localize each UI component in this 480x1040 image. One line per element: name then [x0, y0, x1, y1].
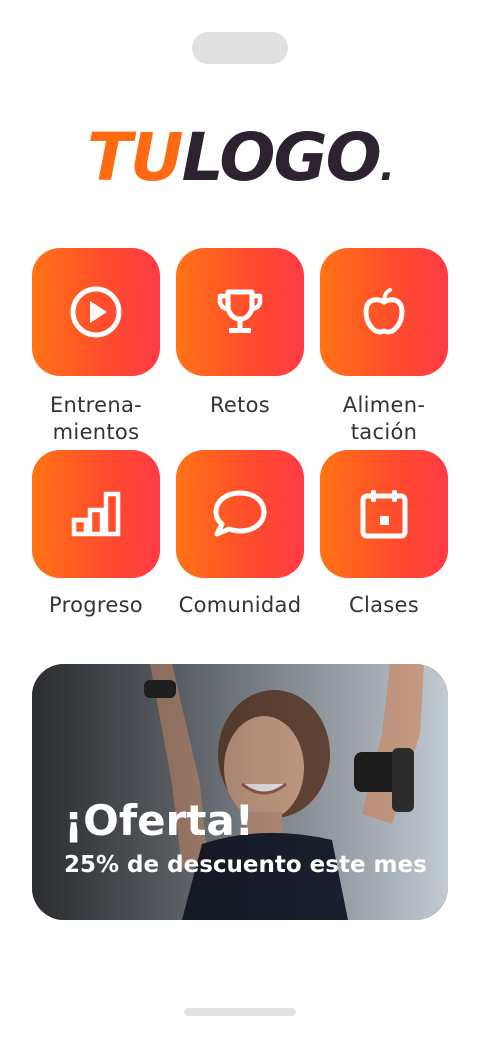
offer-title: ¡Oferta!: [64, 796, 254, 845]
play-circle-icon: [70, 286, 122, 338]
camera-notch: [192, 32, 288, 64]
progreso-button[interactable]: [32, 450, 160, 578]
calendar-icon: [360, 490, 408, 539]
entrenamientos-button[interactable]: [32, 248, 160, 376]
clases-button[interactable]: [320, 450, 448, 578]
menu-tile-entrenamientos[interactable]: Entrena- mientos: [32, 248, 160, 450]
menu-label: Progreso: [49, 593, 143, 617]
app-logo: TULOGO.: [87, 119, 395, 196]
menu-grid: Entrena- mientos Retos Alimen- tación Pr…: [32, 248, 448, 650]
menu-label: Clases: [349, 593, 419, 617]
menu-tile-clases[interactable]: Clases: [320, 450, 448, 650]
apple-icon: [363, 288, 405, 335]
athlete-photo: [32, 664, 448, 920]
menu-label: Retos: [209, 393, 271, 417]
menu-label: Comunidad: [178, 593, 302, 617]
menu-tile-comunidad[interactable]: Comunidad: [176, 450, 304, 650]
alimentacion-button[interactable]: [320, 248, 448, 376]
retos-button[interactable]: [176, 248, 304, 376]
menu-tile-retos[interactable]: Retos: [176, 248, 304, 450]
bar-chart-icon: [71, 491, 121, 537]
chat-bubble-icon: [213, 490, 267, 537]
trophy-icon: [217, 289, 263, 333]
offer-banner[interactable]: ¡Oferta! 25% de descuento este mes: [32, 664, 448, 920]
menu-label: Alimen- tación: [342, 393, 426, 444]
menu-tile-alimentacion[interactable]: Alimen- tación: [320, 248, 448, 450]
home-indicator[interactable]: [184, 1008, 296, 1016]
offer-subtitle: 25% de descuento este mes: [64, 852, 427, 878]
menu-tile-progreso[interactable]: Progreso: [32, 450, 160, 650]
comunidad-button[interactable]: [176, 450, 304, 578]
menu-label: Entrena- mientos: [49, 393, 143, 444]
